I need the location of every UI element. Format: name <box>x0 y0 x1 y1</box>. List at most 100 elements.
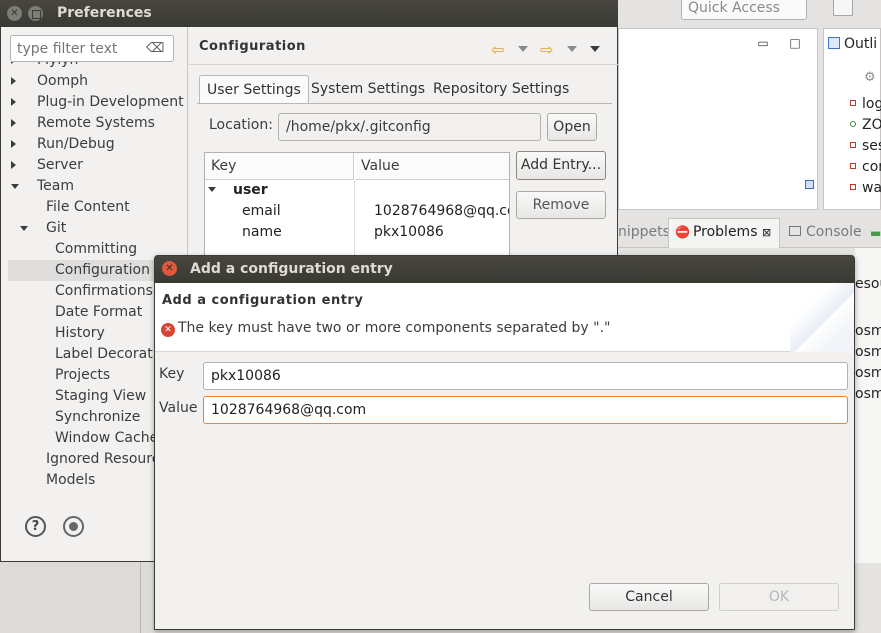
column-header-key[interactable]: Key <box>205 153 354 180</box>
outline-item[interactable]: ZO <box>850 117 881 133</box>
tree-item-label: Projects <box>55 367 111 383</box>
problems-item[interactable]: osm <box>855 344 881 360</box>
page-title: Configuration <box>199 39 306 54</box>
tree-item-oomph[interactable]: Oomph <box>0 71 186 92</box>
problems-item[interactable]: osm <box>855 386 881 402</box>
maximize-icon[interactable] <box>28 6 43 21</box>
tab-system-settings[interactable]: System Settings <box>304 75 432 104</box>
outline-item[interactable]: log <box>850 96 881 112</box>
expand-icon[interactable] <box>11 62 16 64</box>
problems-item[interactable]: osm <box>855 323 881 339</box>
value-label: Value <box>159 400 198 416</box>
tree-item-label: History <box>55 325 105 341</box>
error-message: The key must have two or more components… <box>178 320 611 336</box>
cancel-button[interactable]: Cancel <box>589 583 709 611</box>
table-section-user[interactable]: user <box>233 182 268 198</box>
tree-item-label: Remote Systems <box>37 115 155 131</box>
table-row-value[interactable]: 1028764968@qq.com <box>374 203 509 219</box>
tree-item-label: Staging View <box>55 388 147 404</box>
add-entry-button[interactable]: Add Entry... <box>516 151 606 180</box>
outline-item[interactable]: ses <box>850 138 881 154</box>
key-label: Key <box>159 366 185 382</box>
table-row-key[interactable]: name <box>242 224 282 240</box>
error-icon: ✕ <box>161 323 175 337</box>
problems-item[interactable]: esou <box>855 276 881 292</box>
overview-ruler-mark[interactable] <box>805 180 814 189</box>
expand-icon[interactable] <box>11 119 16 127</box>
tree-item-remote-systems[interactable]: Remote Systems <box>0 113 186 134</box>
help-icon[interactable]: ? <box>25 516 46 537</box>
tree-item-git[interactable]: Git <box>0 218 186 239</box>
tab-repository-settings[interactable]: Repository Settings <box>426 75 576 104</box>
remove-button[interactable]: Remove <box>516 191 606 219</box>
tree-item-label: Models <box>46 472 96 488</box>
close-icon[interactable]: ✕ <box>162 261 177 276</box>
tree-item-team[interactable]: Team <box>0 176 186 197</box>
console-icon <box>789 226 801 236</box>
tab-problems-label: Problems <box>692 224 758 240</box>
quick-access-input[interactable]: Quick Access <box>681 0 807 20</box>
tree-item-label: Confirmations <box>55 283 153 299</box>
close-icon[interactable]: ⊠ <box>762 226 771 239</box>
tree-item-mylyn[interactable]: Mylyn <box>0 62 186 71</box>
outline-item[interactable]: wa <box>850 180 881 196</box>
open-perspective-icon[interactable] <box>833 0 853 16</box>
tab-problems[interactable]: ⛔ Problems ⊠ <box>668 218 781 248</box>
value-input[interactable] <box>203 396 848 424</box>
open-button[interactable]: Open <box>547 113 597 141</box>
maximize-icon[interactable]: □ <box>787 36 803 52</box>
collapse-icon[interactable] <box>11 184 19 189</box>
expand-icon[interactable] <box>11 98 16 106</box>
problems-item[interactable]: osm <box>855 365 881 381</box>
tree-item-label: Oomph <box>37 73 88 89</box>
tab-outline[interactable]: Outli <box>828 36 877 52</box>
ok-button[interactable]: OK <box>719 583 839 611</box>
table-row-value[interactable]: pkx10086 <box>374 224 509 240</box>
tree-item-label: Mylyn <box>37 62 78 71</box>
tree-item-file-content[interactable]: File Content <box>0 197 186 218</box>
back-dropdown-icon[interactable] <box>518 46 528 52</box>
dialog-banner-image <box>790 283 854 352</box>
tree-item-label: File Content <box>46 199 130 215</box>
tree-item-label: Synchronize <box>55 409 141 425</box>
location-field[interactable]: /home/pkx/.gitconfig <box>278 113 541 141</box>
ide-divider <box>140 560 141 633</box>
back-arrow-icon[interactable]: ⇦ <box>491 40 504 59</box>
tree-item-plug-in-development[interactable]: Plug-in Development <box>0 92 186 113</box>
outline-icon <box>828 37 840 49</box>
tree-item-label: Window Cache <box>55 430 159 446</box>
expand-icon[interactable] <box>11 77 16 85</box>
outline-item[interactable]: cor <box>850 159 881 175</box>
tab-console-label: Console <box>806 224 862 240</box>
field-icon <box>850 163 856 169</box>
tab-console[interactable]: Console <box>789 224 862 240</box>
tab-user-settings[interactable]: User Settings <box>199 75 309 104</box>
editor-area[interactable] <box>618 28 818 210</box>
forward-dropdown-icon[interactable] <box>567 46 577 52</box>
collapse-icon[interactable] <box>20 226 28 231</box>
expand-icon[interactable] <box>11 161 16 169</box>
tab-extra-icon[interactable]: ▬ <box>870 226 881 240</box>
tab-snippets[interactable]: nippets <box>618 224 670 240</box>
minimize-icon[interactable]: ▭ <box>755 36 771 52</box>
problems-icon: ⛔ <box>675 225 690 239</box>
collapse-icon[interactable] <box>208 187 216 192</box>
tree-item-label: Git <box>46 220 67 236</box>
expand-icon[interactable] <box>11 140 16 148</box>
key-input[interactable] <box>203 362 848 390</box>
outline-options-icon[interactable]: ⚙ <box>864 70 878 85</box>
tree-item-server[interactable]: Server <box>0 155 186 176</box>
window-title: Preferences <box>57 5 152 21</box>
divider <box>187 64 618 65</box>
view-menu-icon[interactable] <box>590 46 600 52</box>
dialog-title: Add a configuration entry <box>190 261 393 277</box>
import-export-icon[interactable] <box>63 516 84 537</box>
clear-icon[interactable]: ⌫ <box>146 41 164 56</box>
tree-item-label: Configuration <box>55 262 150 278</box>
tree-item-run-debug[interactable]: Run/Debug <box>0 134 186 155</box>
close-icon[interactable]: ✕ <box>7 6 22 21</box>
field-icon <box>850 100 856 106</box>
forward-arrow-icon[interactable]: ⇨ <box>540 40 553 59</box>
column-header-value[interactable]: Value <box>355 153 509 180</box>
table-row-key[interactable]: email <box>242 203 281 219</box>
